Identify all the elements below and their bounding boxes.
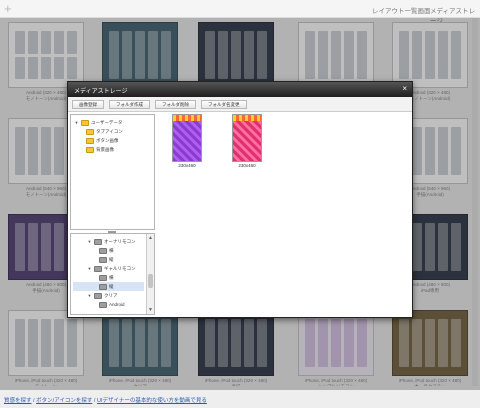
tree-item-label: オーナリモコン (104, 238, 136, 244)
folder-icon (86, 128, 94, 135)
template-folder-tree: ▼ オーナリモコン 横 縦 ▼ ギャルリモコン 横 縦 ▼ クリア Androi… (70, 233, 155, 315)
tree-item-label: Android (109, 302, 125, 307)
top-bar: + レイアウト一覧画面 メディアストレージ (0, 0, 480, 25)
find-texture-link[interactable]: 質感を探す (4, 398, 32, 404)
layout-list-link[interactable]: レイアウト一覧画面 (372, 5, 431, 15)
rename-folder-button[interactable]: フォルダ名変更 (201, 100, 247, 109)
tree-item[interactable]: 横 (73, 246, 144, 255)
scroll-thumb[interactable] (148, 274, 153, 288)
tree-item-label: クリア (104, 292, 118, 298)
folder-icon (94, 265, 102, 272)
tree-item[interactable]: ▼ オーナリモコン (73, 237, 144, 246)
tree-item-button-images[interactable]: ボタン画像 (74, 136, 151, 145)
file-grid: 230x460 230x460 (158, 114, 412, 314)
dialog-toolbar: 画像登録 フォルダ作成 フォルダ削除 フォルダ名変更 (68, 97, 412, 112)
expand-arrow-icon[interactable]: ▼ (87, 266, 92, 271)
folder-icon (99, 283, 107, 290)
tree-item[interactable]: 縦 (73, 255, 144, 264)
add-icon[interactable]: + (4, 2, 12, 15)
tree-item-label: 背景画像 (96, 146, 114, 152)
dialog-title: メディアストレージ (74, 89, 128, 95)
image-thumbnail[interactable] (232, 114, 262, 162)
tree-item[interactable]: 横 (73, 273, 144, 282)
folder-icon (81, 119, 89, 126)
tree-item-label: タブアイコン (96, 128, 123, 134)
expand-arrow-icon[interactable]: ▼ (74, 120, 79, 125)
tree-item-tab-icons[interactable]: タブアイコン (74, 127, 151, 136)
tree-item-background-images[interactable]: 背景画像 (74, 145, 151, 154)
tree-item-label: 横 (109, 274, 114, 280)
create-folder-button[interactable]: フォルダ作成 (109, 100, 150, 109)
tree-item-label: ギャルリモコン (104, 265, 136, 271)
tutorial-video-link[interactable]: UIデザイナーの基本的な使い方を動画で見る (97, 398, 207, 404)
media-file-item[interactable]: 230x460 (170, 114, 204, 168)
delete-folder-button[interactable]: フォルダ削除 (155, 100, 196, 109)
media-storage-dialog: メディアストレージ × 画像登録 フォルダ作成 フォルダ削除 フォルダ名変更 ▼… (67, 81, 413, 318)
tree-item-label: 縦 (109, 256, 114, 262)
scroll-up-icon[interactable]: ▲ (147, 234, 154, 242)
tree-item[interactable]: ▼ クリア (73, 291, 144, 300)
user-folder-tree: ▼ ユーザーデータ タブアイコン ボタン画像 背景画像 (70, 114, 155, 230)
tree-item-label: ボタン画像 (96, 137, 119, 143)
tree-item[interactable]: ▼ ギャルリモコン (73, 264, 144, 273)
footer-links: 質感を探す / ボタン/アイコンを探す / UIデザイナーの基本的な使い方を動画… (4, 396, 207, 404)
folder-icon (86, 137, 94, 144)
tree-item-label: 横 (109, 247, 114, 253)
folder-icon (99, 301, 107, 308)
dialog-header: メディアストレージ × (68, 82, 412, 97)
tree-item-label: ユーザーデータ (91, 119, 123, 125)
tree-item-selected[interactable]: 縦 (73, 282, 144, 291)
image-size-label: 230x460 (238, 163, 256, 168)
tree-item[interactable]: Android (73, 300, 144, 309)
folder-icon (86, 146, 94, 153)
folder-icon (94, 238, 102, 245)
media-file-item[interactable]: 230x460 (230, 114, 264, 168)
close-icon[interactable]: × (402, 84, 407, 93)
image-size-label: 230x460 (178, 163, 196, 168)
image-thumbnail[interactable] (172, 114, 202, 162)
tree-scrollbar[interactable]: ▲ ▼ (146, 234, 154, 314)
expand-arrow-icon[interactable]: ▼ (87, 293, 92, 298)
folder-icon (94, 292, 102, 299)
tree-item-user-data[interactable]: ▼ ユーザーデータ (74, 118, 151, 127)
folder-icon (99, 256, 107, 263)
scroll-down-icon[interactable]: ▼ (147, 306, 154, 314)
folder-icon (99, 247, 107, 254)
folder-icon (99, 274, 107, 281)
upload-image-button[interactable]: 画像登録 (72, 100, 104, 109)
expand-arrow-icon[interactable]: ▼ (87, 239, 92, 244)
find-buttons-link[interactable]: ボタン/アイコンを探す (36, 398, 92, 404)
tree-item-label: 縦 (109, 283, 114, 289)
